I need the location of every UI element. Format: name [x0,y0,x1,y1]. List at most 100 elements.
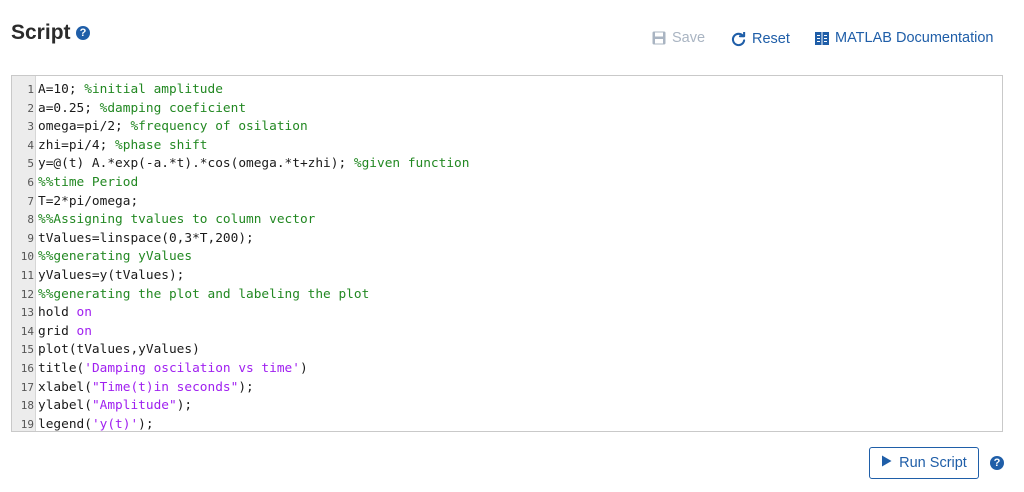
code-text: zhi=pi/4; %phase shift [38,137,208,156]
line-number: 3 [27,120,34,134]
line-number: 15 [20,343,34,357]
code-text: y=@(t) A.*exp(-a.*t).*cos(omega.*t+zhi);… [38,155,469,174]
code-token: legend( [38,416,92,432]
code-string: "Time(t)in seconds" [91,379,239,395]
run-help-icon[interactable]: ? [990,456,1004,470]
code-comment: %%generating yValues [38,249,193,265]
code-editor[interactable]: 1 A=10; %initial amplitude 2 a=0.25; %dampi… [11,75,1003,432]
matlab-documentation-link[interactable]: MATLAB Documentation [815,30,994,46]
code-text: tValues=linspace(0,3*T,200); [38,230,254,249]
line-number: 13 [20,306,34,320]
code-text: %%time Period [38,174,138,193]
code-line[interactable]: 13 hold on [12,304,1002,323]
code-token: xlabel( [38,379,92,395]
code-line[interactable]: 8 %%Assigning tvalues to column vector [12,211,1002,230]
code-token: omega=pi/2; [38,119,131,135]
code-text: yValues=y(tValues); [38,267,184,286]
line-number: 7 [27,194,34,208]
code-token: y=@(t) A.*exp(-a.*t).*cos(omega.*t+zhi); [38,156,354,172]
play-icon [881,455,892,471]
code-token: A=10; [38,82,85,97]
code-text: title('Damping oscilation vs time') [38,360,308,379]
code-line[interactable]: 17 xlabel("Time(t)in seconds"); [12,379,1002,398]
code-text: hold on [38,304,92,323]
code-line[interactable]: 11 yValues=y(tValues); [12,267,1002,286]
code-text: grid on [38,323,92,342]
code-line[interactable]: 19 legend('y(t)'); [12,416,1002,435]
code-token: a=0.25; [38,100,100,116]
reset-label: Reset [752,31,790,47]
code-text: plot(tValues,yValues) [38,341,200,360]
line-number: 14 [20,324,34,338]
code-line[interactable]: 5 y=@(t) A.*exp(-a.*t).*cos(omega.*t+zhi)… [12,155,1002,174]
code-lines: 1 A=10; %initial amplitude 2 a=0.25; %dampi… [12,81,1002,434]
code-line[interactable]: 10 %%generating yValues [12,248,1002,267]
run-script-button[interactable]: Run Script [869,447,979,479]
line-number: 17 [20,380,34,394]
code-token: zhi=pi/4; [38,137,116,153]
code-line[interactable]: 4 zhi=pi/4; %phase shift [12,137,1002,156]
line-number: 10 [20,250,34,264]
code-comment: %%generating the plot and labeling the p… [38,286,370,302]
code-comment: %damping coeficient [99,100,247,116]
code-text: %%Assigning tvalues to column vector [38,211,315,230]
code-string: on [76,305,92,321]
code-token: ); [176,398,193,414]
reset-button[interactable]: Reset [731,31,790,47]
code-comment: %%Assigning tvalues to column vector [38,212,316,228]
line-number: 2 [27,101,34,115]
code-comment: %initial amplitude [84,82,223,97]
help-icon[interactable]: ? [76,26,90,40]
code-line[interactable]: 12 %%generating the plot and labeling the… [12,286,1002,305]
code-token: ) [299,360,308,376]
page-title: Script [11,21,71,44]
save-icon [652,31,666,45]
line-number: 8 [27,213,34,227]
code-text: T=2*pi/omega; [38,193,138,212]
code-line[interactable]: 9 tValues=linspace(0,3*T,200); [12,230,1002,249]
save-button[interactable]: Save [652,30,705,46]
code-line[interactable]: 2 a=0.25; %damping coeficient [12,100,1002,119]
code-text: %%generating yValues [38,248,192,267]
code-text: xlabel("Time(t)in seconds"); [38,379,254,398]
code-line[interactable]: 15 plot(tValues,yValues) [12,341,1002,360]
code-text: legend('y(t)'); [38,416,154,435]
code-string: "Amplitude" [91,398,177,414]
code-token: title( [38,360,85,376]
script-header: Script ? Save Reset MATLAB Documentation [0,0,1024,70]
code-string: on [76,323,92,339]
line-number: 6 [27,175,34,189]
code-comment: %frequency of osilation [130,119,308,135]
code-string: 'Damping oscilation vs time' [84,360,300,376]
line-number: 1 [27,83,34,96]
code-line[interactable]: 1 A=10; %initial amplitude [12,81,1002,100]
code-comment: %%time Period [38,174,139,190]
code-line[interactable]: 16 title('Damping oscilation vs time') [12,360,1002,379]
code-token: ); [138,416,154,432]
code-line[interactable]: 14 grid on [12,323,1002,342]
code-text: %%generating the plot and labeling the p… [38,286,369,305]
line-number: 16 [20,361,34,375]
code-text: A=10; %initial amplitude [38,81,223,100]
code-text: a=0.25; %damping coeficient [38,100,246,119]
code-line[interactable]: 7 T=2*pi/omega; [12,193,1002,212]
code-token: ); [238,379,254,395]
code-token: ylabel( [38,398,92,414]
code-comment: %given function [353,156,470,172]
code-comment: %phase shift [115,137,208,153]
code-line[interactable]: 18 ylabel("Amplitude"); [12,397,1002,416]
line-number: 12 [20,287,34,301]
code-string: 'y(t)' [91,416,139,432]
code-token: T=2*pi/omega; [38,193,139,209]
reset-icon [731,31,746,47]
line-number: 9 [27,231,34,245]
code-line[interactable]: 3 omega=pi/2; %frequency of osilation [12,118,1002,137]
run-script-label: Run Script [899,455,967,471]
line-number: 5 [27,157,34,171]
line-number: 4 [27,138,34,152]
code-line[interactable]: 6 %%time Period [12,174,1002,193]
code-text: omega=pi/2; %frequency of osilation [38,118,308,137]
code-token: tValues=linspace(0,3*T,200); [38,230,254,246]
docs-label: MATLAB Documentation [835,30,994,46]
save-label: Save [672,30,706,46]
